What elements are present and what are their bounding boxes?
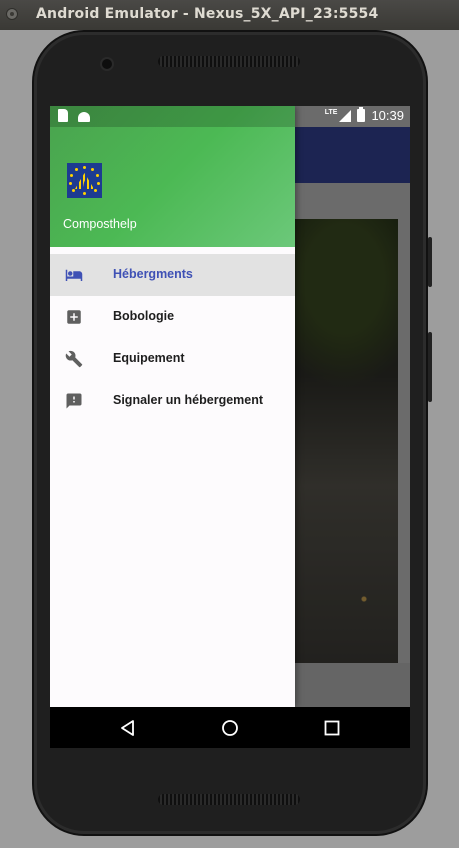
back-icon[interactable] — [119, 719, 137, 737]
menu-item-label: Bobologie — [113, 309, 175, 323]
recents-icon[interactable] — [323, 719, 341, 737]
device-screen: Composthelp Hébergments Bobologie Equipe… — [50, 106, 410, 748]
medical-plus-icon — [64, 308, 84, 326]
menu-item-bobologie[interactable]: Bobologie — [50, 296, 295, 338]
window-title: Android Emulator - Nexus_5X_API_23:5554 — [36, 6, 379, 22]
drawer-app-name: Composthelp — [63, 217, 137, 231]
menu-item-equipement[interactable]: Equipement — [50, 338, 295, 380]
home-icon[interactable] — [221, 719, 239, 737]
volume-button[interactable] — [428, 332, 432, 402]
front-camera — [102, 59, 112, 69]
drawer-header: Composthelp — [50, 106, 295, 247]
status-clock: 10:39 — [371, 108, 404, 123]
menu-item-label: Signaler un hébergement — [113, 393, 264, 407]
sd-card-icon — [58, 109, 68, 122]
menu-item-hebergments[interactable]: Hébergments — [50, 254, 295, 296]
feedback-icon — [64, 392, 84, 410]
top-speaker-grille — [158, 56, 300, 67]
android-debug-icon — [78, 112, 90, 122]
power-button[interactable] — [428, 237, 432, 287]
window-close-button[interactable] — [6, 8, 18, 20]
battery-icon — [357, 107, 366, 122]
bed-icon — [64, 266, 84, 284]
window-title-bar: Android Emulator - Nexus_5X_API_23:5554 — [0, 0, 459, 30]
menu-item-label: Equipement — [113, 351, 185, 365]
status-bar: LTE 10:39 — [50, 106, 410, 127]
signal-icon — [339, 109, 352, 122]
drawer-menu: Hébergments Bobologie Equipement Signale… — [50, 254, 295, 422]
navigation-drawer: Composthelp Hébergments Bobologie Equipe… — [50, 106, 295, 707]
menu-item-label: Hébergments — [113, 267, 193, 281]
system-navigation-bar — [50, 707, 410, 748]
network-type: LTE — [324, 109, 338, 116]
wrench-icon — [64, 350, 84, 368]
app-logo — [67, 163, 102, 198]
menu-item-signaler[interactable]: Signaler un hébergement — [50, 380, 295, 422]
bottom-speaker-grille — [158, 794, 300, 805]
